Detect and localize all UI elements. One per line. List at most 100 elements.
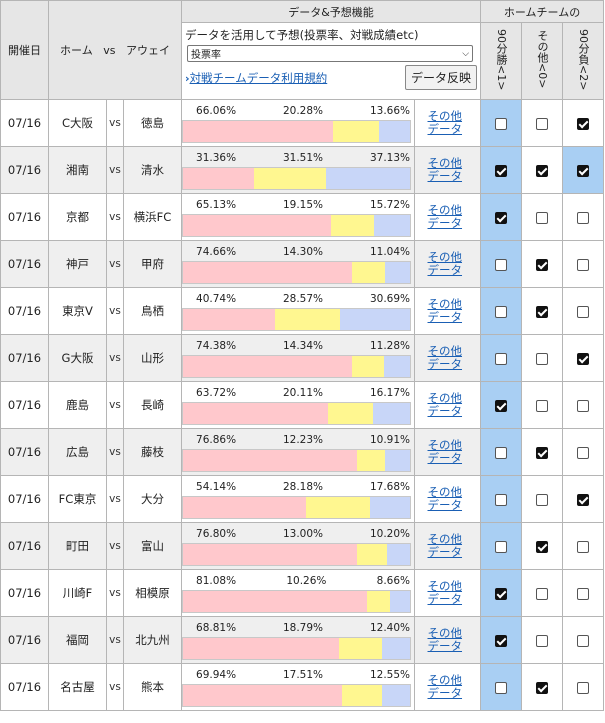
win-checkbox[interactable]	[495, 634, 508, 647]
terms-link[interactable]: 対戦チームデータ利用規約	[190, 71, 328, 85]
other-data-link[interactable]: その他データ	[428, 627, 468, 653]
win-checkbox[interactable]	[495, 352, 508, 365]
win-checkbox[interactable]	[495, 681, 508, 694]
home-win-rate: 74.66%	[196, 246, 237, 258]
toto-vote-table: 開催日 ホーム vs アウェイ データ&予想機能 ホームチームの データを活用し…	[0, 0, 605, 711]
date-column-header: 開催日	[0, 0, 49, 100]
home-win-rate: 54.14%	[196, 481, 237, 493]
vote-rate-bar	[182, 355, 412, 378]
lose-checkbox[interactable]	[577, 305, 590, 318]
win-checkbox[interactable]	[495, 305, 508, 318]
checkbox-cell-other	[521, 146, 564, 194]
lose-checkbox[interactable]	[577, 258, 590, 271]
other-checkbox[interactable]	[536, 258, 549, 271]
lose-checkbox[interactable]	[577, 399, 590, 412]
other-data-link[interactable]: その他データ	[428, 251, 468, 277]
home-win-rate: 65.13%	[196, 199, 237, 211]
other-checkbox[interactable]	[536, 211, 549, 224]
home-team: C大阪	[48, 99, 107, 147]
lose-checkbox[interactable]	[577, 446, 590, 459]
checkbox-cell-win	[480, 663, 523, 711]
home-win-rate: 68.81%	[196, 622, 237, 634]
away-win-segment	[384, 262, 410, 283]
other-data-link[interactable]: その他データ	[428, 439, 468, 465]
home-win-segment	[183, 356, 352, 377]
away-win-rate: 16.17%	[369, 387, 410, 399]
vote-percentages: 54.14% 28.18% 17.68%	[182, 481, 414, 493]
other-data-link[interactable]: その他データ	[428, 110, 468, 136]
vote-percentages: 40.74% 28.57% 30.69%	[182, 293, 414, 305]
lose-checkbox[interactable]	[577, 587, 590, 600]
checkbox-cell-win	[480, 616, 523, 664]
other-checkbox[interactable]	[536, 399, 549, 412]
data-type-select[interactable]: 投票率 ⌵	[187, 45, 474, 62]
vote-rate-cell: 63.72% 20.11% 16.17%	[181, 381, 416, 429]
table-row: 07/16 神戸 vs 甲府 74.66% 14.30% 11.04% その他データ	[0, 240, 605, 288]
other-checkbox[interactable]	[536, 305, 549, 318]
other-checkbox[interactable]	[536, 352, 549, 365]
other-checkbox[interactable]	[536, 540, 549, 553]
other-data-cell: その他データ	[414, 569, 482, 617]
other-data-link[interactable]: その他データ	[428, 298, 468, 324]
win-checkbox[interactable]	[495, 399, 508, 412]
away-win-segment	[384, 356, 410, 377]
other-data-link[interactable]: その他データ	[428, 674, 468, 700]
other-data-link[interactable]: その他データ	[428, 157, 468, 183]
vote-percentages: 69.94% 17.51% 12.55%	[182, 669, 414, 681]
other-checkbox[interactable]	[536, 681, 549, 694]
lose-checkbox[interactable]	[577, 681, 590, 694]
other-checkbox[interactable]	[536, 587, 549, 600]
other-data-link[interactable]: その他データ	[428, 580, 468, 606]
other-checkbox[interactable]	[536, 634, 549, 647]
win-checkbox[interactable]	[495, 211, 508, 224]
checkbox-cell-win	[480, 99, 523, 147]
other-checkbox[interactable]	[536, 446, 549, 459]
draw-segment	[367, 591, 391, 612]
draw-segment	[332, 121, 379, 142]
win-checkbox[interactable]	[495, 493, 508, 506]
lose-checkbox[interactable]	[577, 352, 590, 365]
other-data-link[interactable]: その他データ	[428, 533, 468, 559]
win-checkbox[interactable]	[495, 258, 508, 271]
win-checkbox[interactable]	[495, 164, 508, 177]
apply-data-button[interactable]: データ反映	[405, 65, 478, 90]
other-data-link[interactable]: その他データ	[428, 345, 468, 371]
other-checkbox[interactable]	[536, 493, 549, 506]
win-checkbox[interactable]	[495, 446, 508, 459]
home-win-rate: 76.80%	[196, 528, 237, 540]
lose-checkbox[interactable]	[577, 493, 590, 506]
other-column-header: その他<0>	[521, 22, 564, 100]
home-win-segment	[183, 262, 353, 283]
lose-column-header: 90分負<2>	[562, 22, 605, 100]
away-win-segment	[379, 121, 410, 142]
vote-rate-cell: 81.08% 10.26% 8.66%	[181, 569, 416, 617]
vote-percentages: 76.80% 13.00% 10.20%	[182, 528, 414, 540]
vote-rate-cell: 40.74% 28.57% 30.69%	[181, 287, 416, 335]
other-data-cell: その他データ	[414, 475, 482, 523]
away-win-rate: 10.20%	[369, 528, 410, 540]
vote-rate-cell: 69.94% 17.51% 12.55%	[181, 663, 416, 711]
lose-checkbox[interactable]	[577, 540, 590, 553]
other-data-cell: その他データ	[414, 428, 482, 476]
match-column-header: ホーム vs アウェイ	[47, 0, 183, 100]
lose-checkbox[interactable]	[577, 634, 590, 647]
lose-checkbox[interactable]	[577, 164, 590, 177]
other-data-cell: その他データ	[414, 99, 482, 147]
draw-segment	[352, 262, 385, 283]
home-column-label: ホーム	[60, 44, 93, 57]
other-checkbox[interactable]	[536, 164, 549, 177]
draw-segment	[341, 685, 382, 706]
draw-segment	[351, 356, 385, 377]
lose-checkbox[interactable]	[577, 117, 590, 130]
draw-segment	[339, 638, 382, 659]
win-checkbox[interactable]	[495, 587, 508, 600]
checkbox-cell-other	[521, 381, 564, 429]
win-checkbox[interactable]	[495, 540, 508, 553]
lose-checkbox[interactable]	[577, 211, 590, 224]
other-data-link[interactable]: その他データ	[428, 486, 468, 512]
other-data-link[interactable]: その他データ	[428, 392, 468, 418]
win-checkbox[interactable]	[495, 117, 508, 130]
vote-rate-bar	[182, 543, 412, 566]
other-data-link[interactable]: その他データ	[428, 204, 468, 230]
other-checkbox[interactable]	[536, 117, 549, 130]
